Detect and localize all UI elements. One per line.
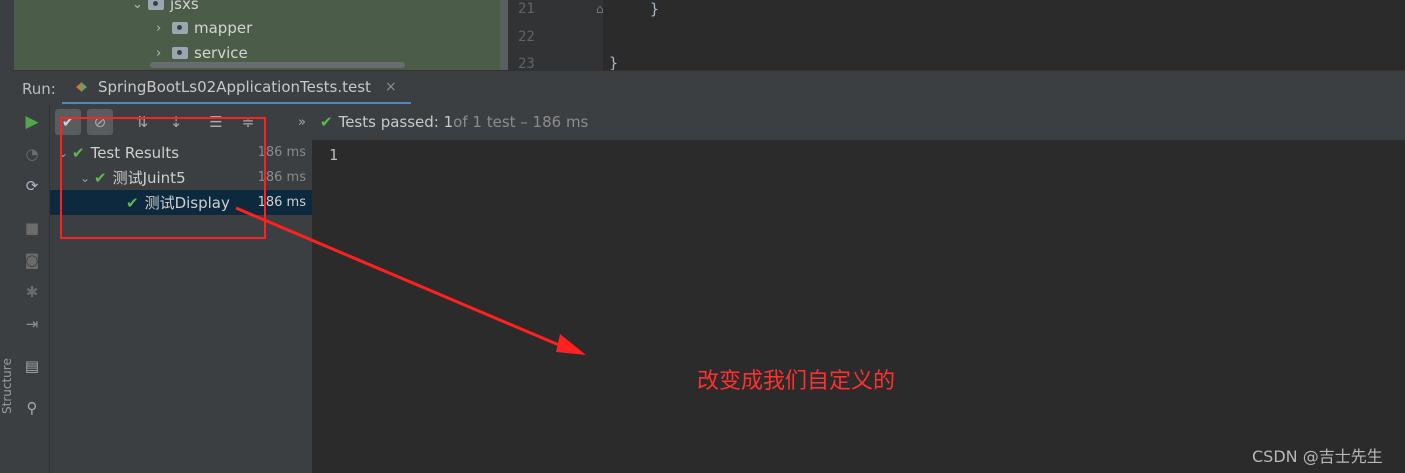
arrow-head	[556, 334, 586, 355]
watermark: CSDN @吉士先生	[1252, 447, 1383, 466]
annotation-arrow	[235, 206, 586, 355]
annotation-text: 改变成我们自定义的	[697, 369, 896, 394]
arrow-line	[235, 206, 567, 350]
